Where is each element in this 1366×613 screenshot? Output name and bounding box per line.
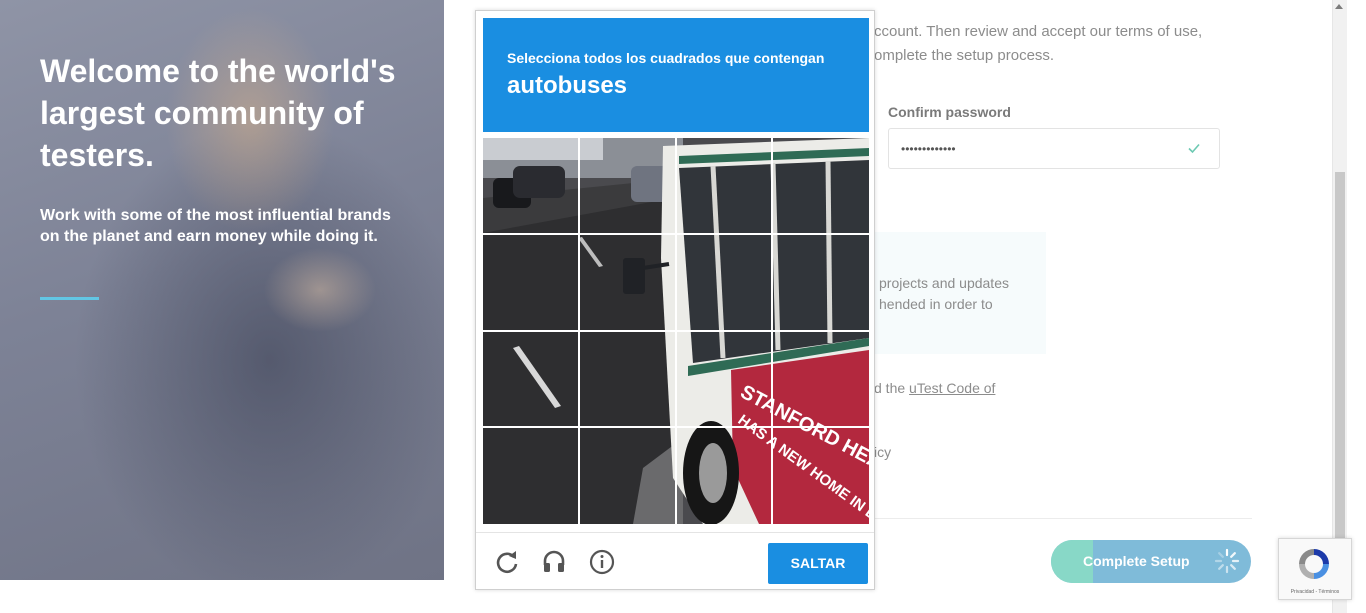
confirm-password-label: Confirm password bbox=[888, 104, 1011, 120]
captcha-tile[interactable] bbox=[676, 235, 773, 332]
intro-text-line1: ccount. Then review and accept our terms… bbox=[874, 23, 1203, 40]
check-icon bbox=[1188, 143, 1200, 154]
captcha-tile[interactable] bbox=[773, 428, 870, 525]
intro-text-line2: omplete the setup process. bbox=[874, 47, 1055, 64]
captcha-tile[interactable] bbox=[773, 235, 870, 332]
hero-accent-bar bbox=[40, 297, 99, 300]
captcha-tile[interactable] bbox=[483, 138, 580, 235]
hero-title: Welcome to the world's largest community… bbox=[40, 53, 396, 173]
captcha-dialog: Selecciona todos los cuadrados que conte… bbox=[475, 10, 875, 590]
captcha-tile[interactable] bbox=[676, 428, 773, 525]
form-divider bbox=[874, 518, 1252, 519]
scroll-up-arrow-icon[interactable] bbox=[1335, 4, 1343, 9]
hero-panel: Welcome to the world's largest community… bbox=[0, 0, 444, 580]
recaptcha-logo-icon bbox=[1299, 549, 1329, 579]
privacy-policy-fragment[interactable]: icy bbox=[874, 440, 891, 464]
info-icon[interactable] bbox=[589, 549, 615, 575]
hero-subtitle: Work with some of the most influential b… bbox=[40, 207, 391, 245]
confirm-password-value: ••••••••••••• bbox=[901, 142, 956, 156]
captcha-instruction: Selecciona todos los cuadrados que conte… bbox=[507, 50, 825, 66]
recaptcha-badge[interactable]: Privacidad - Términos bbox=[1278, 538, 1352, 600]
confirm-password-input[interactable]: ••••••••••••• bbox=[888, 128, 1220, 169]
page-scrollbar[interactable] bbox=[1332, 0, 1347, 613]
captcha-header: Selecciona todos los cuadrados que conte… bbox=[483, 18, 869, 132]
audio-headphones-icon[interactable] bbox=[541, 549, 567, 575]
skip-button[interactable]: SALTAR bbox=[768, 543, 868, 584]
captcha-footer: SALTAR bbox=[476, 532, 874, 590]
loading-spinner-icon bbox=[1214, 548, 1240, 574]
code-prefix: d the bbox=[874, 380, 910, 396]
captcha-tile[interactable] bbox=[580, 331, 677, 428]
captcha-tile[interactable] bbox=[580, 428, 677, 525]
info-line1: projects and updates bbox=[879, 275, 1009, 291]
captcha-tiles bbox=[483, 138, 869, 524]
info-box: projects and updates hended in order to bbox=[874, 232, 1046, 354]
captcha-tile[interactable] bbox=[580, 138, 677, 235]
complete-setup-button[interactable]: Complete Setup bbox=[1051, 540, 1251, 583]
captcha-tile[interactable] bbox=[483, 331, 580, 428]
captcha-tile[interactable] bbox=[773, 138, 870, 235]
captcha-tile[interactable] bbox=[580, 235, 677, 332]
scroll-thumb[interactable] bbox=[1335, 172, 1345, 538]
recaptcha-links[interactable]: Privacidad - Términos bbox=[1279, 589, 1351, 595]
captcha-tile[interactable] bbox=[676, 331, 773, 428]
code-of-conduct-link[interactable]: uTest Code of bbox=[909, 380, 995, 396]
captcha-image-grid: STANFORD HEALTH CA HAS A NEW HOME IN EME… bbox=[483, 138, 869, 524]
code-of-conduct-text: d the uTest Code of bbox=[874, 376, 995, 400]
captcha-tile[interactable] bbox=[483, 428, 580, 525]
info-line2: hended in order to bbox=[879, 296, 993, 312]
complete-setup-label: Complete Setup bbox=[1083, 553, 1190, 569]
captcha-tile[interactable] bbox=[483, 235, 580, 332]
captcha-tile[interactable] bbox=[773, 331, 870, 428]
captcha-target-object: autobuses bbox=[507, 72, 628, 99]
captcha-tile[interactable] bbox=[676, 138, 773, 235]
reload-icon[interactable] bbox=[494, 549, 520, 575]
